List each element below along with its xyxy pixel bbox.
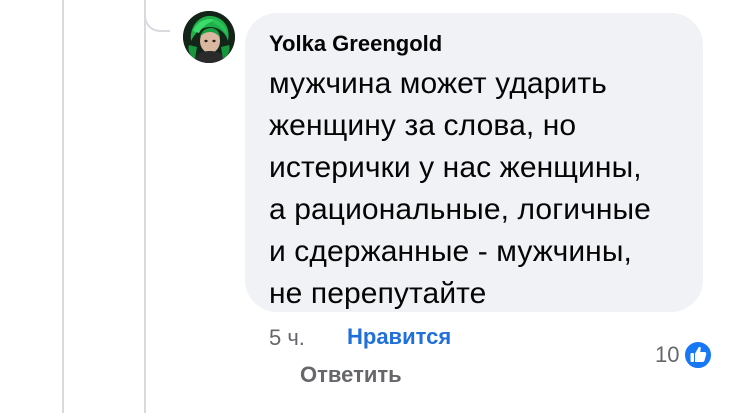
avatar[interactable] — [183, 11, 235, 63]
thread-line — [62, 0, 64, 413]
comment-text: мужчина может ударить женщину за слова, … — [269, 67, 651, 310]
thumbs-up-icon — [683, 340, 714, 370]
comment-bubble: Yolka Greengold мужчина может ударить же… — [245, 13, 703, 312]
avatar-image — [183, 11, 235, 63]
like-button[interactable]: Нравится — [347, 323, 451, 351]
comment-timestamp[interactable]: 5 ч. — [269, 324, 305, 352]
thread-line-inner — [144, 0, 146, 413]
reaction-count: 10 — [655, 342, 680, 367]
reply-button[interactable]: Ответить — [300, 361, 402, 389]
reactions-summary[interactable]: 10 — [655, 339, 714, 371]
thread-connector — [144, 0, 170, 32]
comment-author[interactable]: Yolka Greengold — [269, 29, 679, 59]
